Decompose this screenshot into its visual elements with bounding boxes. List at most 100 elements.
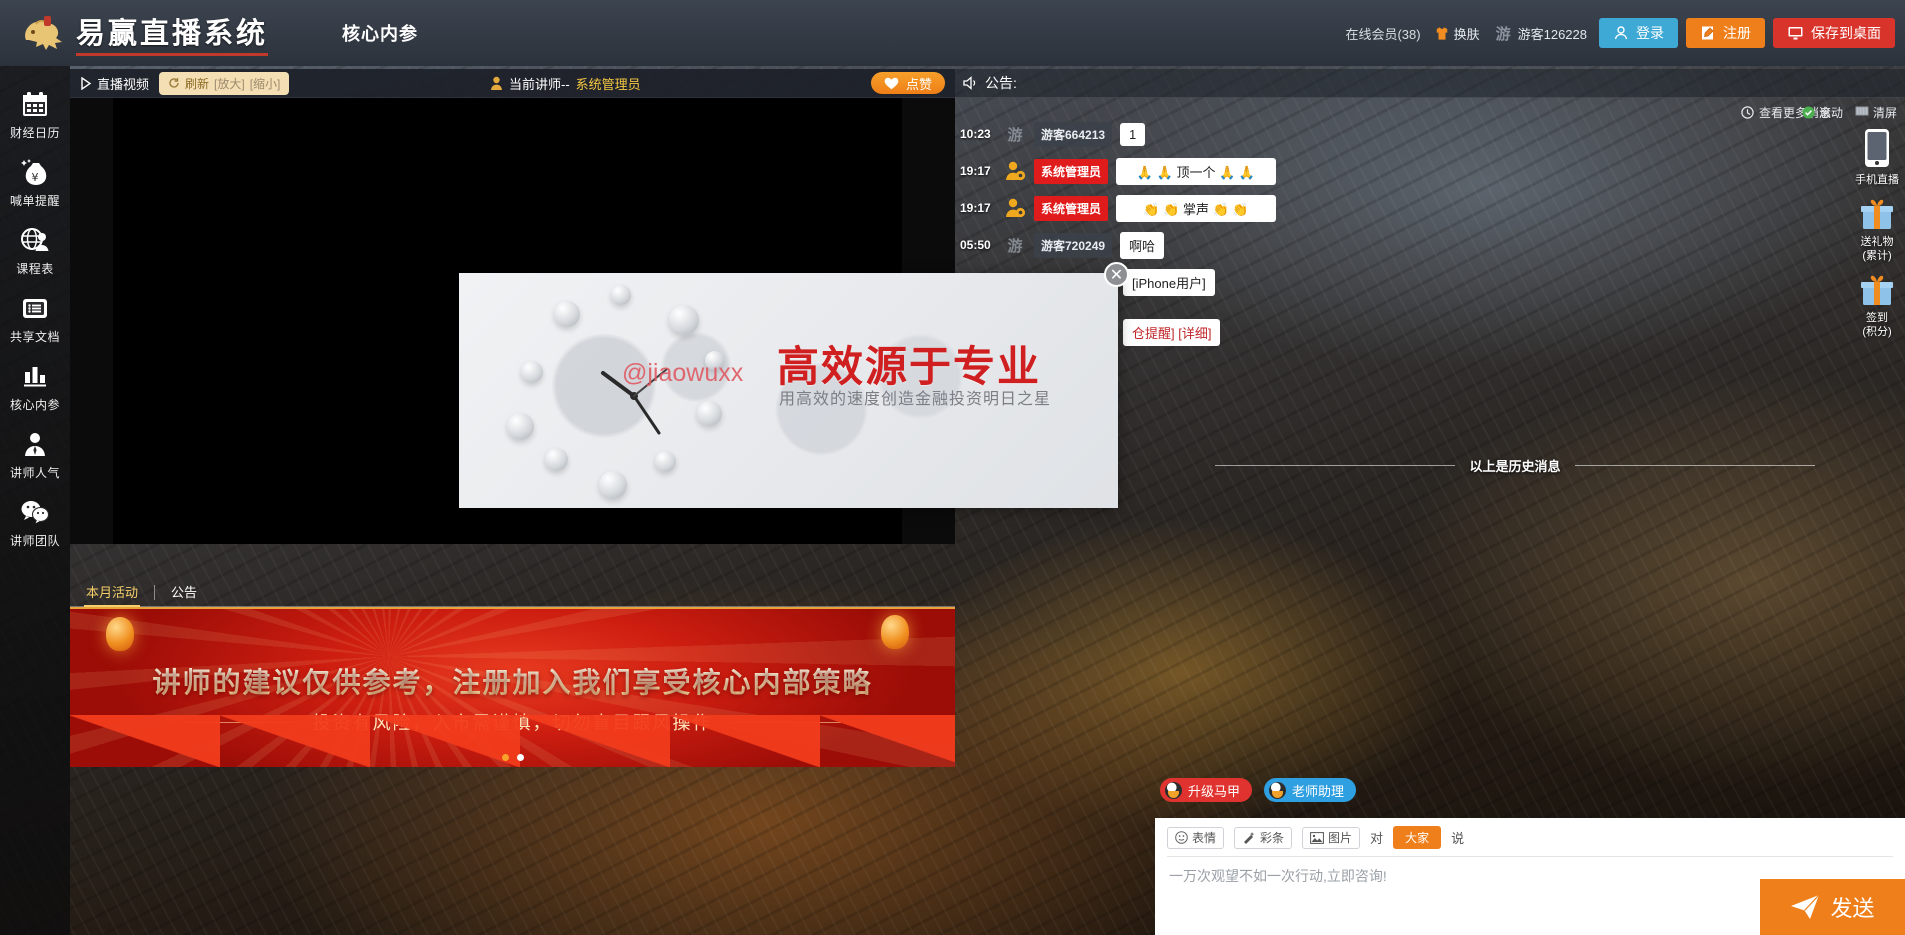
sidebar-label: 共享文档: [9, 330, 60, 344]
check-circle-icon: [1802, 106, 1815, 118]
sidebar-item-teacher-team[interactable]: 讲师团队: [0, 488, 70, 556]
like-button[interactable]: 点赞: [870, 72, 945, 94]
avatar: [1004, 160, 1026, 182]
sidebar-item-shared-docs[interactable]: 共享文档: [0, 284, 70, 352]
emoji-button[interactable]: 表情: [1167, 826, 1225, 849]
send-button[interactable]: 发送: [1760, 879, 1905, 935]
image-button[interactable]: 图片: [1302, 826, 1361, 849]
chat-message-occluded: 仓提醒] [详细]: [1118, 318, 1845, 346]
message-username[interactable]: 系统管理员: [1034, 158, 1109, 184]
app-header: 易赢直播系统 核心内参 在线会员(38) 换肤 游 游客126228 登录 注册…: [0, 0, 1905, 66]
teacher-avatar-icon: [491, 76, 502, 90]
register-label: 注册: [1723, 25, 1751, 41]
teacher-assistant-button[interactable]: 老师助理: [1264, 778, 1357, 802]
message-time: 10:23: [960, 127, 991, 141]
sidebar-item-teacher-popularity[interactable]: 讲师人气: [0, 420, 70, 488]
chat-panel-header: 公告:: [955, 69, 1905, 98]
money-bag-icon: ¥: [0, 157, 70, 187]
play-icon: [81, 76, 92, 90]
chat-message: 19:17 系统管理员 🙏 🙏 顶一个 🙏 🙏: [955, 157, 1845, 185]
send-paper-plane-icon: [1791, 894, 1820, 919]
refresh-label: 刷新: [185, 76, 210, 91]
sidebar-label: 核心内参: [9, 398, 60, 412]
guest-avatar-badge: 游: [1007, 237, 1023, 255]
login-button[interactable]: 登录: [1599, 18, 1678, 48]
lion-logo-icon: [16, 10, 68, 56]
clear-screen-button[interactable]: 清屏: [1855, 104, 1897, 121]
tab-monthly-activity[interactable]: 本月活动: [70, 582, 154, 607]
to-label: 对: [1370, 831, 1384, 846]
popup-close-button[interactable]: ✕: [1104, 262, 1129, 287]
message-username[interactable]: 游客664213: [1034, 121, 1113, 147]
live-video-label: 直播视频: [97, 76, 150, 92]
upgrade-vest-button[interactable]: 升级马甲: [1160, 778, 1253, 802]
clock-icon: [1741, 105, 1754, 119]
eraser-icon: [1855, 106, 1869, 116]
chat-message: 19:17 系统管理员 👏 👏 掌声 👏 👏: [955, 194, 1845, 222]
banner-dot[interactable]: [501, 754, 509, 761]
content-tabs: 本月活动 公告: [70, 580, 955, 607]
message-text: [iPhone用户]: [1123, 268, 1215, 296]
sign-in-label: 签到: [1866, 312, 1888, 324]
magic-wand-icon: [1244, 832, 1255, 844]
lantern-icon: [881, 615, 909, 649]
sign-in-button[interactable]: 签到 (积分): [1849, 275, 1905, 339]
teacher-prefix: 当前讲师--: [509, 76, 570, 92]
user-icon: [1614, 26, 1628, 40]
chat-target-selector[interactable]: 大家: [1393, 826, 1442, 849]
bar-chart-icon: [0, 361, 70, 391]
zoom-in-label[interactable]: [放大]: [214, 75, 245, 92]
person-icon: [0, 429, 70, 459]
mobile-live-button[interactable]: 手机直播: [1849, 128, 1905, 187]
phone-icon: [1865, 129, 1889, 167]
sidebar-item-calendar[interactable]: 财经日历: [0, 80, 70, 148]
register-button[interactable]: 注册: [1686, 18, 1765, 48]
avatar: [1004, 197, 1026, 219]
banner-pagination: [70, 754, 955, 761]
live-video-title: 直播视频: [80, 74, 149, 93]
auto-scroll-toggle[interactable]: 滚动: [1802, 104, 1843, 121]
sidebar-label: 讲师团队: [9, 534, 60, 548]
message-text: 1: [1120, 122, 1146, 146]
sidebar-label: 财经日历: [9, 126, 60, 140]
skin-switch-label: 换肤: [1453, 26, 1480, 42]
message-username[interactable]: 游客720249: [1034, 232, 1113, 258]
lantern-icon: [106, 617, 134, 651]
watermark: @jiaowuxx: [622, 359, 744, 387]
guest-info: 游 游客126228: [1496, 23, 1587, 44]
banner-dot-active[interactable]: [516, 754, 524, 761]
brand-title: 易赢直播系统: [76, 18, 269, 50]
send-gift-button[interactable]: 送礼物 (累计): [1849, 199, 1905, 263]
save-to-desktop-button[interactable]: 保存到桌面: [1773, 18, 1895, 48]
color-bar-button[interactable]: 彩条: [1234, 826, 1293, 849]
chat-message: 10:23 游 游客664213 1: [955, 120, 1845, 148]
skin-switch-button[interactable]: 换肤: [1435, 24, 1480, 43]
left-sidebar: 财经日历 ¥ 喊单提醒 课程表 共享文档 核心内参 讲师人气 讲师团队: [0, 66, 70, 935]
gift-icon: [1861, 275, 1893, 305]
sign-in-sublabel: (积分): [1862, 326, 1892, 338]
pencil-document-icon: [1702, 26, 1714, 40]
promo-banner[interactable]: 讲师的建议仅供参考，注册加入我们享受核心内部策略 投资有风险，入市需谨慎，切勿盲…: [70, 607, 955, 767]
current-teacher: 当前讲师-- 系统管理员: [490, 74, 641, 93]
avatar: 游: [1004, 234, 1026, 256]
sidebar-item-core-report[interactable]: 核心内参: [0, 352, 70, 420]
heart-icon: [884, 77, 899, 89]
chat-toolbar: 查看更多消息 滚动 清屏: [955, 100, 1905, 124]
clear-screen-label: 清屏: [1872, 105, 1897, 120]
announcement-label: 公告:: [985, 75, 1017, 91]
smiley-icon: [1175, 831, 1188, 844]
tab-announcement[interactable]: 公告: [155, 582, 213, 606]
promo-popup[interactable]: @jiaowuxx 高效源于专业 用高效的速度创造金融投资明日之星: [459, 273, 1118, 508]
color-bar-label: 彩条: [1260, 831, 1285, 845]
like-label: 点赞: [905, 76, 932, 92]
calendar-icon: [0, 89, 70, 119]
message-username[interactable]: 系统管理员: [1034, 195, 1109, 221]
gift-icon: [1861, 199, 1893, 229]
chat-message: 05:50 游 游客720249 啊哈: [955, 231, 1845, 259]
chat-message-occluded: [iPhone用户]: [1118, 268, 1845, 296]
refresh-button[interactable]: 刷新 [放大] [缩小]: [159, 71, 290, 95]
sidebar-item-order-alert[interactable]: ¥ 喊单提醒: [0, 148, 70, 216]
sidebar-item-schedule[interactable]: 课程表: [0, 216, 70, 284]
zoom-out-label[interactable]: [缩小]: [250, 75, 281, 92]
logo[interactable]: 易赢直播系统: [16, 10, 269, 56]
